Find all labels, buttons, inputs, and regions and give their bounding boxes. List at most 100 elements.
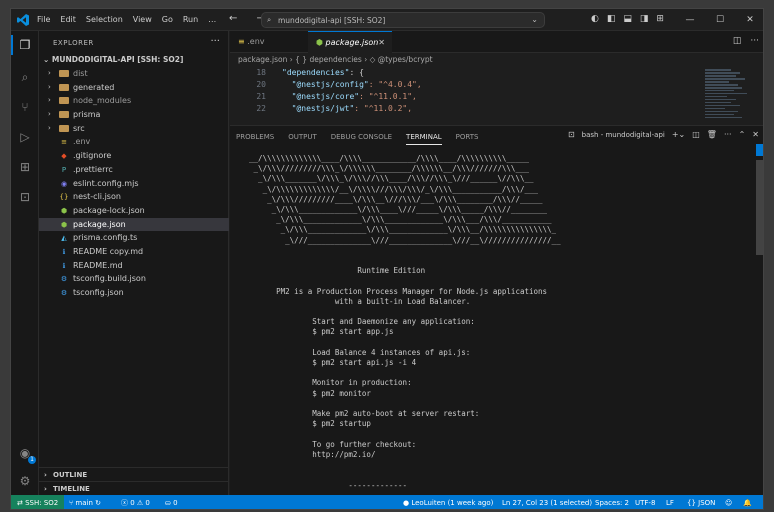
tree-item-label: .prettierrc (73, 164, 113, 174)
menu-go[interactable]: Go (162, 15, 173, 24)
timeline-section[interactable]: › TIMELINE (39, 481, 229, 495)
folder-item[interactable]: › node_modules (39, 94, 229, 108)
tree-item-label: nest-cli.json (73, 192, 121, 202)
outline-section[interactable]: › OUTLINE (39, 467, 229, 481)
more-actions-icon[interactable]: ··· (724, 130, 732, 139)
folder-item[interactable]: › src (39, 122, 229, 136)
tab-env[interactable]: ≡ .env (230, 31, 308, 53)
menu-edit[interactable]: Edit (60, 15, 76, 24)
workspace-root[interactable]: ⌄ MUNDODIGITAL-API [SSH: SO2] (43, 55, 183, 64)
tree-item-label: node_modules (73, 96, 132, 106)
terminal-selector[interactable]: bash - mundodigital-api (582, 131, 665, 139)
title-bar: File Edit Selection View Go Run … ← → ⌕ … (11, 9, 763, 31)
file-item[interactable]: ⚙ tsconfig.build.json (39, 272, 229, 286)
breadcrumb[interactable]: package.json › { } dependencies › ◇ @typ… (238, 55, 433, 64)
folder-item[interactable]: › generated (39, 81, 229, 95)
command-center[interactable]: ⌕ mundodigital-api [SSH: SO2] ⌄ (261, 12, 545, 28)
line-ending[interactable]: LF (666, 495, 674, 509)
notifications-bell-icon[interactable]: 🔔 (743, 495, 752, 509)
indentation[interactable]: Spaces: 2 (595, 495, 629, 509)
more-actions-icon[interactable]: ··· (210, 36, 220, 47)
layout-controls: ◐ ◧ ⬓ ◨ ⊞ (591, 14, 664, 24)
maximize-button[interactable]: ☐ (705, 9, 735, 31)
copilot-status-icon[interactable]: ☺ (725, 495, 732, 509)
remote-explorer-icon[interactable]: ⊡ (17, 189, 33, 205)
menu-selection[interactable]: Selection (86, 15, 123, 24)
terminal-scrollbar[interactable] (756, 160, 763, 255)
new-terminal-icon[interactable]: +⌄ (672, 130, 685, 139)
chevron-right-icon: › (48, 69, 51, 77)
close-tab-icon[interactable]: ✕ (378, 32, 385, 54)
tab-terminal[interactable]: TERMINAL (406, 133, 442, 145)
customize-layout-icon[interactable]: ⊞ (656, 14, 664, 24)
close-panel-icon[interactable]: ✕ (752, 130, 759, 139)
vscode-logo-icon[interactable] (17, 14, 29, 26)
remote-indicator[interactable]: ⇄ SSH: SO2 (11, 495, 65, 509)
chevron-right-icon: › (44, 485, 47, 493)
file-item[interactable]: ◉ eslint.config.mjs (39, 177, 229, 191)
minimap[interactable] (705, 69, 749, 121)
code-line: 18 "dependencies": { (256, 68, 364, 77)
scroll-indicator (756, 144, 763, 156)
cursor-position[interactable]: Ln 27, Col 23 (1 selected) (502, 495, 592, 509)
menu-more[interactable]: … (208, 15, 216, 24)
folder-item[interactable]: › dist (39, 67, 229, 81)
search-icon[interactable]: ⌕ (17, 69, 33, 85)
file-item[interactable]: ≡ .env (39, 135, 229, 149)
minimize-button[interactable]: — (675, 9, 705, 31)
settings-gear-icon[interactable]: ⚙ (17, 473, 33, 489)
tree-item-label: package-lock.json (73, 205, 145, 215)
tree-item-label: generated (73, 82, 115, 92)
maximize-panel-icon[interactable]: ⌃ (739, 130, 746, 139)
run-debug-icon[interactable]: ▷ (17, 129, 33, 145)
more-actions-icon[interactable]: ··· (750, 36, 759, 46)
file-item[interactable]: ⚙ tsconfig.json (39, 286, 229, 300)
tab-debug-console[interactable]: DEBUG CONSOLE (331, 133, 392, 145)
chevron-right-icon: › (48, 123, 51, 132)
split-terminal-icon[interactable]: ◫ (692, 130, 700, 139)
problems-indicator[interactable]: ⓧ 0 ⚠ 0 (121, 495, 150, 509)
tree-item-label: .env (73, 137, 91, 147)
tree-item-label: prisma (73, 110, 101, 120)
git-blame[interactable]: ● LeoLuiten (1 week ago) (403, 495, 493, 509)
folder-item[interactable]: › prisma (39, 108, 229, 122)
account-icon[interactable]: ◉ 1 (17, 445, 36, 464)
source-control-icon[interactable]: ⑂ (17, 99, 33, 115)
tab-ports[interactable]: PORTS (456, 133, 479, 145)
menu-bar: File Edit Selection View Go Run … (37, 15, 216, 24)
explorer-icon[interactable]: ❐ (11, 35, 33, 55)
copilot-icon[interactable]: ◐ (591, 14, 599, 24)
encoding[interactable]: UTF-8 (635, 495, 655, 509)
menu-view[interactable]: View (133, 15, 152, 24)
split-editor-icon[interactable]: ◫ (733, 36, 742, 46)
file-type-icon: P (61, 165, 67, 174)
branch-indicator[interactable]: ⑂ main ↻ (69, 495, 101, 509)
menu-run[interactable]: Run (183, 15, 198, 24)
file-item[interactable]: {} nest-cli.json (39, 190, 229, 204)
tab-output[interactable]: OUTPUT (288, 133, 317, 145)
terminal-output[interactable]: __/\\\\\\\\\\\\\____/\\\\____________/\\… (230, 154, 755, 494)
close-button[interactable]: ✕ (735, 9, 763, 31)
tab-package-json[interactable]: ⬢ package.json ✕ (308, 31, 392, 53)
extensions-icon[interactable]: ⊞ (17, 159, 33, 175)
chevron-down-icon[interactable]: ⌄ (531, 15, 538, 24)
toggle-panel-icon[interactable]: ⬓ (623, 14, 632, 24)
file-item[interactable]: ⬢ package-lock.json (39, 204, 229, 218)
activity-bar: ❐ ⌕ ⑂ ▷ ⊞ ⊡ ◉ 1 ⚙ (11, 31, 39, 495)
search-icon: ⌕ (267, 15, 272, 24)
file-item[interactable]: ℹ README copy.md (39, 245, 229, 259)
chevron-right-icon: › (48, 82, 51, 91)
file-item[interactable]: ℹ README.md (39, 259, 229, 273)
ports-indicator[interactable]: ⛀ 0 (165, 495, 178, 509)
tab-problems[interactable]: PROBLEMS (236, 133, 274, 145)
toggle-secondary-sidebar-icon[interactable]: ◨ (640, 14, 649, 24)
code-view[interactable]: 18 "dependencies": { 20 "@nestjs/config":… (230, 67, 763, 115)
kill-terminal-icon[interactable]: 🗑 (707, 130, 717, 139)
file-item[interactable]: ⬢ package.json (39, 217, 229, 232)
toggle-sidebar-icon[interactable]: ◧ (607, 14, 616, 24)
file-item[interactable]: ◭ prisma.config.ts (39, 231, 229, 245)
file-item[interactable]: ◆ .gitignore (39, 149, 229, 163)
language-mode[interactable]: {} JSON (687, 495, 715, 509)
file-item[interactable]: P .prettierrc (39, 163, 229, 177)
menu-file[interactable]: File (37, 15, 50, 24)
